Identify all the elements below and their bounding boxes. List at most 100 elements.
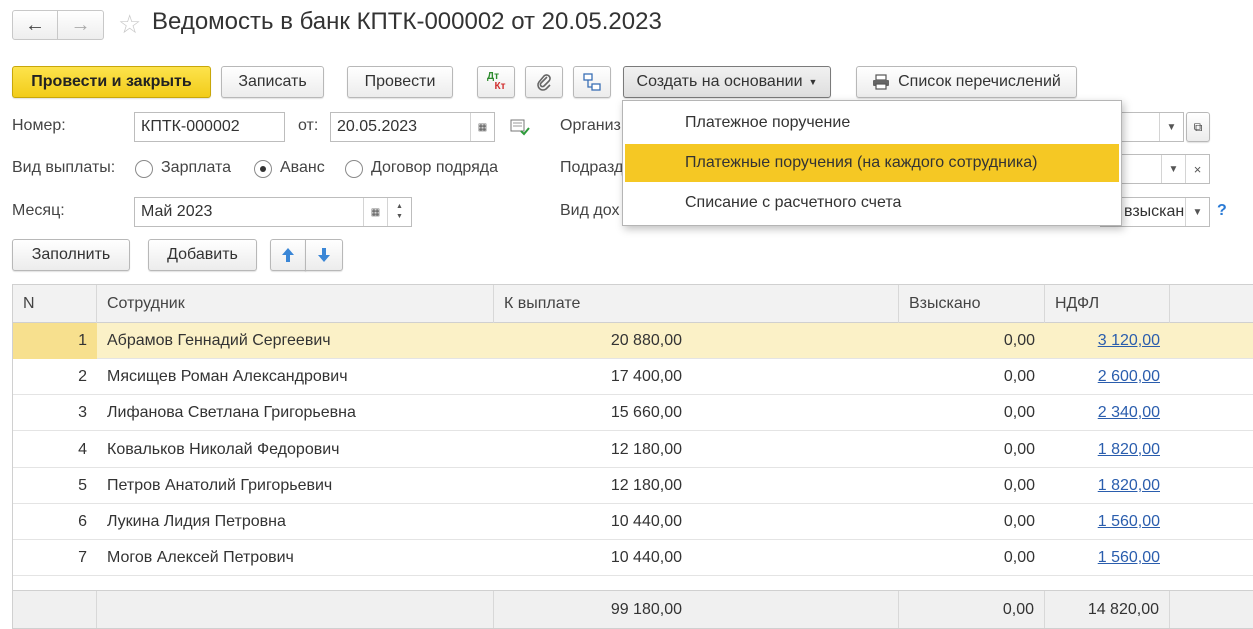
ndfl-link[interactable]: 2 600,00	[1098, 368, 1160, 386]
clear-icon[interactable]: ×	[1185, 155, 1209, 183]
ndfl-link[interactable]: 1 820,00	[1098, 441, 1160, 459]
month-value: Май 2023	[141, 203, 213, 220]
move-up-button[interactable]	[270, 239, 306, 271]
dropdown-arrow-icon[interactable]: ▼	[1185, 198, 1209, 226]
post-button[interactable]: Провести	[347, 66, 453, 98]
month-label: Месяц:	[12, 202, 65, 219]
document-check-icon[interactable]	[510, 118, 530, 141]
cell-ndfl[interactable]: 1 560,00	[1045, 504, 1170, 540]
cell-n: 7	[78, 549, 87, 567]
nav-buttons: ← →	[12, 10, 104, 40]
subdivision-field[interactable]: ▼ ×	[1110, 154, 1210, 184]
cell-pay: 15 660,00	[610, 404, 682, 422]
open-organization-button[interactable]: ⧉	[1186, 112, 1210, 142]
structure-button[interactable]	[573, 66, 611, 98]
favorite-star-icon[interactable]: ☆	[118, 9, 141, 40]
calendar-icon[interactable]: ▦	[470, 113, 494, 141]
back-button[interactable]: ←	[13, 11, 59, 39]
stepper-down-icon[interactable]: ▼	[396, 212, 403, 222]
cell-gap	[692, 395, 899, 431]
dt-kt-button[interactable]: Дт Кт	[477, 66, 515, 98]
cell-withheld: 0,00	[1003, 404, 1035, 422]
cell-ndfl[interactable]: 2 340,00	[1045, 395, 1170, 431]
payment-type-label: Вид выплаты:	[12, 159, 116, 176]
cell-employee: Мясищев Роман Александрович	[107, 368, 348, 386]
number-field[interactable]: КПТК-000002	[134, 112, 285, 142]
table-header: N Сотрудник К выплате Взыскано НДФЛ	[13, 285, 1253, 323]
radio-contract[interactable]	[345, 160, 363, 178]
forward-button[interactable]: →	[58, 11, 103, 39]
create-based-on-menu: Платежное поручение Платежные поручения …	[622, 100, 1122, 226]
cell-n: 5	[78, 476, 87, 494]
cell-ndfl[interactable]: 3 120,00	[1045, 323, 1170, 359]
cell-ndfl[interactable]: 2 600,00	[1045, 359, 1170, 395]
date-label: от:	[298, 117, 319, 134]
income-type-label: Вид дох	[560, 202, 620, 219]
radio-salary[interactable]	[135, 160, 153, 178]
menu-item-debit-from-account[interactable]: Списание с расчетного счета	[625, 184, 1119, 222]
dropdown-arrow-icon[interactable]: ▼	[1159, 113, 1183, 141]
transfers-list-button[interactable]: Список перечислений	[856, 66, 1077, 98]
stepper-up-icon[interactable]: ▲	[396, 202, 403, 212]
post-and-close-button[interactable]: Провести и закрыть	[12, 66, 211, 98]
cell-employee: Петров Анатолий Григорьевич	[107, 476, 333, 494]
caret-down-icon: ▼	[808, 77, 818, 87]
month-field[interactable]: Май 2023 ▦ ▲ ▼	[134, 197, 412, 227]
header-withheld[interactable]: Взыскано	[899, 285, 1045, 323]
save-button[interactable]: Записать	[221, 66, 324, 98]
dropdown-arrow-icon[interactable]: ▼	[1161, 155, 1185, 183]
table-row[interactable]: 4 Ковальков Николай Федорович 12 180,00 0,0…	[13, 432, 1253, 468]
help-icon[interactable]: ?	[1217, 202, 1227, 220]
employees-table: N Сотрудник К выплате Взыскано НДФЛ 1 Абр…	[12, 284, 1253, 629]
ndfl-link[interactable]: 2 340,00	[1098, 404, 1160, 422]
income-type-value: взыскан	[1124, 203, 1185, 220]
table-footer: 99 180,00 0,00 14 820,00	[13, 590, 1253, 628]
cell-withheld: 0,00	[1003, 513, 1035, 530]
header-employee[interactable]: Сотрудник	[97, 285, 494, 323]
cell-ndfl[interactable]: 1 560,00	[1045, 540, 1170, 576]
cell-ndfl[interactable]: 1 820,00	[1045, 432, 1170, 468]
ndfl-link[interactable]: 3 120,00	[1098, 332, 1160, 350]
cell-n: 4	[78, 440, 87, 458]
dt-kt-icon: Дт Кт	[486, 71, 506, 92]
radio-salary-label[interactable]: Зарплата	[161, 159, 231, 177]
menu-item-payment-order[interactable]: Платежное поручение	[625, 104, 1119, 142]
fill-button[interactable]: Заполнить	[12, 239, 130, 271]
radio-advance[interactable]	[254, 160, 272, 178]
paperclip-icon	[537, 74, 551, 91]
header-n[interactable]: N	[13, 285, 97, 323]
cell-pay: 17 400,00	[610, 368, 682, 386]
structure-icon	[583, 73, 601, 91]
radio-contract-label[interactable]: Договор подряда	[371, 159, 498, 177]
cell-employee: Лифанова Светлана Григорьевна	[107, 404, 356, 422]
table-row[interactable]: 1 Абрамов Геннадий Сергеевич 20 880,00 0,00…	[13, 323, 1253, 359]
table-row[interactable]: 3 Лифанова Светлана Григорьевна 15 660,00 0…	[13, 395, 1253, 432]
month-stepper[interactable]: ▲ ▼	[387, 198, 411, 226]
header-pay[interactable]: К выплате	[494, 285, 899, 323]
cell-ndfl[interactable]: 1 820,00	[1045, 468, 1170, 504]
cell-gap	[692, 504, 899, 540]
header-ndfl[interactable]: НДФЛ	[1045, 285, 1170, 323]
table-row[interactable]: 2 Мясищев Роман Александрович 17 400,00 0,0…	[13, 359, 1253, 396]
cell-withheld: 0,00	[1003, 440, 1035, 458]
attach-button[interactable]	[525, 66, 563, 98]
create-based-on-label: Создать на основании	[636, 73, 803, 90]
menu-item-payment-orders-per-employee[interactable]: Платежные поручения (на каждого сотрудни…	[625, 144, 1119, 182]
ndfl-link[interactable]: 1 560,00	[1098, 549, 1160, 567]
table-row[interactable]: 5 Петров Анатолий Григорьевич 12 180,00 0,0…	[13, 468, 1253, 504]
footer-gap	[692, 591, 899, 628]
cell-pay: 12 180,00	[610, 440, 682, 458]
ndfl-link[interactable]: 1 820,00	[1098, 477, 1160, 495]
add-button[interactable]: Добавить	[148, 239, 257, 271]
move-down-button[interactable]	[305, 239, 343, 271]
cell-pay: 10 440,00	[610, 513, 682, 530]
radio-advance-label[interactable]: Аванс	[280, 159, 325, 177]
table-row[interactable]: 7 Могов Алексей Петрович 10 440,00 0,00 1 56…	[13, 540, 1253, 577]
date-field[interactable]: 20.05.2023 ▦	[330, 112, 495, 142]
cell-employee: Абрамов Геннадий Сергеевич	[107, 332, 331, 349]
total-pay: 99 180,00	[610, 601, 682, 618]
table-row[interactable]: 6 Лукина Лидия Петровна 10 440,00 0,00 1 560…	[13, 504, 1253, 540]
create-based-on-button[interactable]: Создать на основании ▼	[623, 66, 831, 98]
calendar-icon[interactable]: ▦	[363, 198, 387, 226]
ndfl-link[interactable]: 1 560,00	[1098, 513, 1160, 531]
